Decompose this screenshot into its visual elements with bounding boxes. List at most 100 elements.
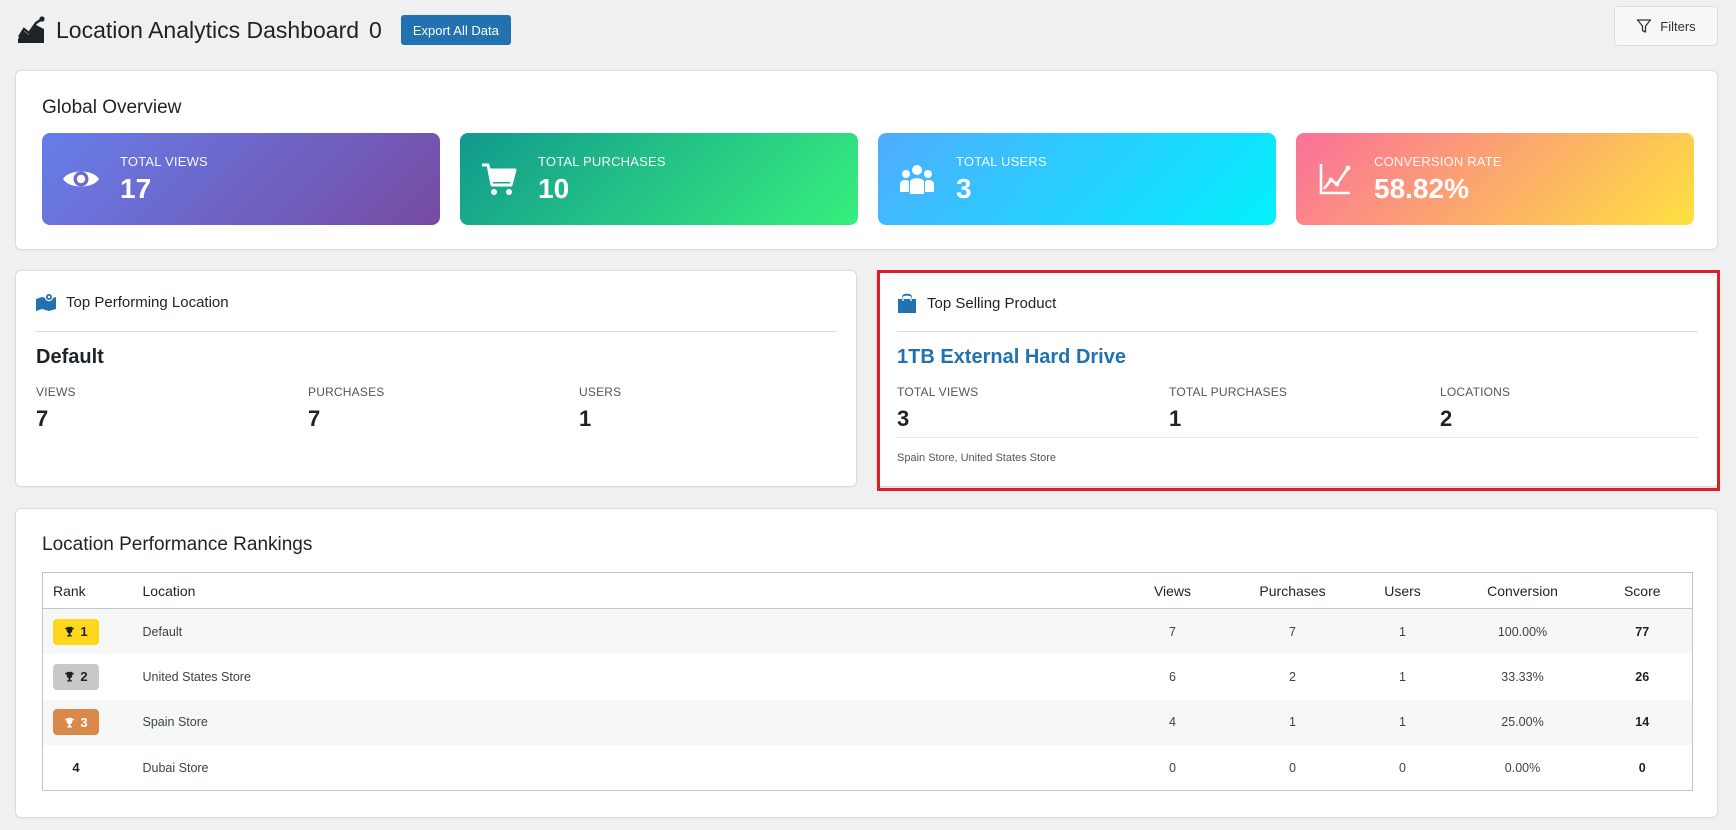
rank-badge-bronze: 3 [53,709,99,736]
stat-value: 17 [120,172,152,204]
metric-users: USERS 1 [579,385,621,432]
metric-label: LOCATIONS [1440,385,1511,399]
stat-label: CONVERSION RATE [1374,153,1502,169]
panel-header: Top Selling Product [897,293,1056,313]
cell-conversion: 33.33% [1501,669,1544,684]
table-row: 1 Default 7 7 1 100.00% 77 [42,608,1693,654]
table-row: 4 Dubai Store 0 0 0 0.00% 0 [43,745,1693,791]
metric-value: 7 [308,406,321,431]
location-name: Default [36,346,104,368]
metric-label: USERS [579,385,622,399]
rankings-table: Rank Location Views Purchases Users Conv… [42,572,1693,791]
stat-card-total-purchases: TOTAL PURCHASES 10 [460,133,858,225]
stat-card-total-views: TOTAL VIEWS 17 [42,133,440,225]
metric-label: VIEWS [36,385,76,399]
metric-label: TOTAL VIEWS [897,385,979,399]
rank-number: 4 [72,760,80,775]
divider [36,331,836,332]
global-overview-card: Global Overview TOTAL VIEWS 17 TOTAL PUR… [15,70,1718,250]
rank-number: 3 [80,714,88,730]
column-header-score: Score [1592,572,1693,609]
table-row: 3 Spain Store 4 1 1 25.00% 14 [42,699,1693,745]
cell-views: 4 [1112,699,1233,745]
cell-score: 26 [1635,669,1650,684]
rank-badge-silver: 2 [53,663,99,690]
cell-conversion: 25.00% [1452,699,1593,745]
top-selling-product-card: Top Selling Product 1TB External Hard Dr… [876,270,1719,487]
metric-label: PURCHASES [308,385,385,399]
top-performing-location-card: Top Performing Location Default VIEWS 7 … [15,270,857,487]
stat-card-total-users: TOTAL USERS 3 [878,133,1276,225]
export-all-data-button[interactable]: Export All Data [400,15,511,45]
cell-location: Spain Store [142,699,1113,745]
cell-users: 0 [1399,760,1406,775]
stat-value: 10 [538,172,570,204]
cell-purchases: 1 [1232,699,1353,745]
filters-button[interactable]: Filters [1614,6,1718,46]
column-header-rank: Rank [42,572,143,609]
stat-label: TOTAL PURCHASES [538,153,666,169]
metric-views: VIEWS 7 [36,385,76,432]
trophy-icon [65,717,75,728]
page-title-count: 0 [369,16,382,43]
cell-users: 1 [1352,608,1453,654]
rank-number: 2 [80,669,88,685]
trophy-icon [65,672,75,682]
metric-value: 1 [1169,406,1182,431]
rank-badge-gold: 1 [53,618,99,645]
metric-locations: LOCATIONS 2 [1440,385,1510,432]
metric-total-views: TOTAL VIEWS 3 [897,385,978,432]
metric-label: TOTAL PURCHASES [1169,385,1288,399]
column-header-conversion: Conversion [1452,572,1593,609]
metric-value: 1 [579,406,592,431]
cell-views: 0 [1169,760,1176,775]
trophy-icon [65,626,75,637]
panel-title: Top Performing Location [66,293,229,311]
metric-purchases: PURCHASES 7 [308,385,384,432]
cell-location: Dubai Store [142,760,209,775]
analytics-logo-icon [17,16,45,43]
column-header-location: Location [142,572,1113,609]
stat-label: TOTAL USERS [956,153,1047,169]
product-name-link[interactable]: 1TB External Hard Drive [897,346,1126,369]
stat-card-conversion-rate: CONVERSION RATE 58.82% [1296,133,1694,225]
column-header-users: Users [1352,572,1453,609]
stat-label: TOTAL VIEWS [120,153,208,169]
column-header-views: Views [1112,572,1233,609]
filter-icon [1637,19,1652,33]
panel-header: Top Performing Location [36,293,229,311]
metric-value: 3 [897,406,910,431]
cell-purchases: 7 [1232,608,1353,654]
panel-title: Top Selling Product [927,294,1057,312]
metric-value: 7 [36,406,49,431]
cell-users: 1 [1352,699,1453,745]
cell-views: 6 [1169,669,1176,684]
stat-value: 58.82% [1374,172,1469,204]
metric-total-purchases: TOTAL PURCHASES 1 [1169,385,1287,432]
page-title: Location Analytics Dashboard [56,16,360,43]
cell-users: 1 [1399,669,1406,684]
product-locations-list: Spain Store, United States Store [897,452,1056,464]
global-overview-title: Global Overview [42,97,182,118]
table-row: 2 United States Store 6 2 1 33.33% 26 [43,654,1693,700]
cell-conversion: 100.00% [1452,608,1593,654]
chart-line-icon [1316,160,1354,198]
cell-score: 0 [1638,760,1646,775]
eye-icon [62,160,100,198]
metric-value: 2 [1440,406,1453,431]
stat-value: 3 [956,172,972,204]
map-pin-icon [36,293,56,311]
cell-score: 77 [1592,608,1693,654]
cell-views: 7 [1112,608,1233,654]
table-header-row: Rank Location Views Purchases Users Conv… [42,572,1693,609]
users-icon [898,160,936,198]
shopping-bag-icon [898,293,916,313]
cart-icon [480,160,518,198]
filters-label: Filters [1660,18,1696,34]
location-rankings-card: Location Performance Rankings Rank Locat… [15,508,1718,818]
cell-location: United States Store [142,669,251,684]
cell-purchases: 2 [1289,669,1296,684]
rank-number: 1 [80,624,88,639]
cell-score: 14 [1592,699,1693,745]
divider [897,331,1698,332]
